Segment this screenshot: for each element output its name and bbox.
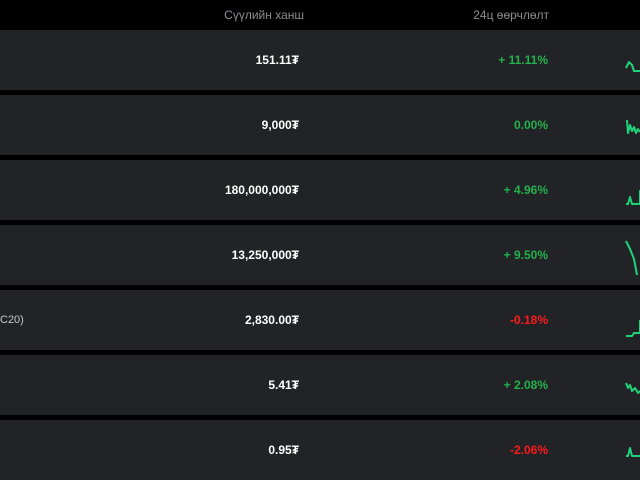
last-price: 180,000,000₮ [224,183,299,197]
header-last-price[interactable]: Сүүлийн ханш [224,8,304,22]
change-percent: -0.18% [509,313,548,327]
header-24h-change[interactable]: 24ц өөрчлөлт [473,8,549,22]
last-price: 5.41₮ [268,378,299,392]
sparkline-chart [626,447,640,457]
sparkline-chart [625,240,638,276]
sparkline-chart [626,190,640,205]
table-row[interactable]: C20) 2,830.00₮ -0.18% [0,290,640,350]
table-row[interactable]: 0.95₮ -2.06% [0,420,640,480]
sparkline-chart [625,382,640,394]
table-row[interactable]: 9,000₮ 0.00% [0,95,640,155]
change-percent: + 9.50% [503,248,548,262]
table-row[interactable]: 151.11₮ + 11.11% [0,30,640,90]
change-percent: -2.06% [509,443,548,457]
last-price: 13,250,000₮ [231,248,299,262]
change-percent: + 2.08% [503,378,548,392]
sparkline-chart [626,119,640,134]
last-price: 151.11₮ [255,53,299,67]
change-percent: 0.00% [513,118,548,132]
change-percent: + 4.96% [503,183,548,197]
table-row[interactable]: 13,250,000₮ + 9.50% [0,225,640,285]
table-header: Сүүлийн ханш 24ц өөрчлөлт [0,0,640,30]
asset-name: C20) [0,314,24,326]
table-row[interactable]: 180,000,000₮ + 4.96% [0,160,640,220]
sparkline-chart [625,61,640,72]
last-price: 2,830.00₮ [244,313,299,327]
change-percent: + 11.11% [498,53,548,67]
market-table: Сүүлийн ханш 24ц өөрчлөлт 151.11₮ + 11.1… [0,0,640,480]
table-row[interactable]: 5.41₮ + 2.08% [0,355,640,415]
sparkline-chart [626,320,640,337]
last-price: 9,000₮ [261,118,299,132]
last-price: 0.95₮ [268,443,299,457]
